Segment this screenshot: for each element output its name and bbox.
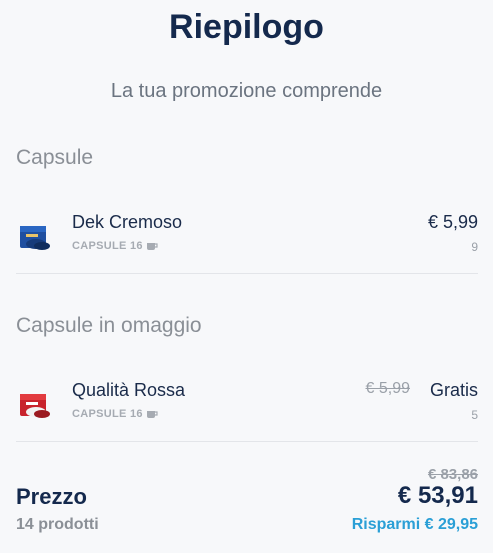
cup-icon <box>146 409 158 419</box>
page-title: Riepilogo <box>169 8 324 46</box>
section-title-capsule-omaggio: Capsule in omaggio <box>16 314 202 337</box>
product-quantity: 9 <box>471 240 478 254</box>
promotion-subtitle: La tua promozione comprende <box>110 80 383 102</box>
total-old-price: € 83,86 <box>427 466 478 483</box>
product-name: Dek Cremoso <box>72 212 183 232</box>
product-meta: CAPSULE 16 <box>72 240 158 252</box>
section-title-capsule: Capsule <box>16 146 94 169</box>
product-old-price: € 5,99 <box>365 380 410 397</box>
total-price: € 53,91 <box>397 482 478 509</box>
total-label: Prezzo <box>16 484 87 509</box>
divider <box>16 441 478 442</box>
list-item-qualita-rossa: Qualità Rossa CAPSULE 16 € 5,99 Gratis 5 <box>16 380 478 440</box>
product-meta: CAPSULE 16 <box>72 408 158 420</box>
total-savings: Risparmi € 29,95 <box>351 516 478 533</box>
product-thumbnail <box>16 390 54 422</box>
product-thumbnail <box>16 222 54 254</box>
product-price: Gratis <box>429 380 478 400</box>
cup-icon <box>146 241 158 251</box>
product-price: € 5,99 <box>427 212 478 232</box>
divider <box>16 273 478 274</box>
product-quantity: 5 <box>471 408 478 422</box>
total-product-count: 14 prodotti <box>16 516 99 533</box>
product-meta-label: CAPSULE 16 <box>72 240 143 252</box>
product-name: Qualità Rossa <box>72 380 186 400</box>
product-meta-label: CAPSULE 16 <box>72 408 143 420</box>
list-item-dek-cremoso: Dek Cremoso CAPSULE 16 € 5,99 9 <box>16 212 478 272</box>
